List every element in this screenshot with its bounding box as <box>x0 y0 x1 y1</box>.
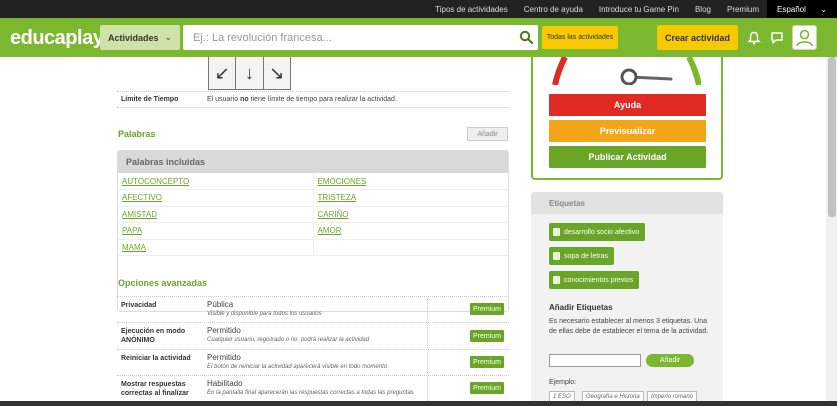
option-value: Pública <box>207 300 234 309</box>
tag-chip[interactable]: conocimientos previos <box>549 271 640 289</box>
tag-chip[interactable]: sopa de letras <box>549 247 614 265</box>
arrow-down-icon[interactable]: ↓ <box>236 57 264 89</box>
chevron-down-icon: ⌄ <box>164 32 173 42</box>
language-select[interactable]: Español ⌄ <box>767 0 837 18</box>
advanced-option-privacy: Privacidad Pública Visible y disponible … <box>117 296 509 322</box>
tag-label: sopa de letras <box>564 252 608 260</box>
advanced-option-anonymous: Ejecución en modo ANÓNIMO Permitido Cual… <box>117 322 509 349</box>
chat-icon[interactable] <box>770 31 784 45</box>
word-link[interactable]: MAMA <box>122 243 146 252</box>
words-table: AUTOCONCEPTO EMOCIONES AFECTIVO TRISTEZA… <box>118 173 508 256</box>
premium-button[interactable]: Premium <box>470 303 504 315</box>
logo[interactable]: educaplay <box>10 27 104 50</box>
word-link[interactable]: TRISTEZA <box>318 193 357 202</box>
search-placeholder: Ej.: La revolución francesa... <box>193 31 332 44</box>
time-limit-row: Límite de Tiempo El usuario no tiene lím… <box>117 91 509 108</box>
main-header: educaplay Actividades ⌄ Ej.: La revoluci… <box>0 18 837 57</box>
gauge-icon <box>552 57 701 85</box>
arrow-down-right-icon[interactable]: ↘ <box>263 57 290 89</box>
option-label: Privacidad <box>121 302 157 309</box>
option-description: Visible y disponible para todos los usua… <box>207 311 322 317</box>
word-link[interactable]: AMOR <box>318 226 342 235</box>
all-activities-button[interactable]: Todas las actividades <box>542 26 618 49</box>
tag-input[interactable] <box>549 354 641 367</box>
option-value: Habilitado <box>207 379 243 388</box>
tag-chip[interactable]: desarrollo socio afectivo <box>549 223 646 241</box>
bottom-strip <box>0 401 837 406</box>
nav-link-premium[interactable]: Premium <box>727 5 759 14</box>
advanced-option-show-answers: Mostrar respuestas correctas al finaliza… <box>117 375 509 401</box>
nav-link-help-center[interactable]: Centro de ayuda <box>524 5 583 14</box>
preview-button[interactable]: Previsualizar <box>549 120 706 142</box>
search-input[interactable]: Ej.: La revolución francesa... <box>183 25 538 50</box>
option-description: En la pantalla final aparecerán las resp… <box>207 390 414 396</box>
add-tags-title: Añadir Etiquetas <box>549 303 613 312</box>
premium-button[interactable]: Premium <box>470 330 504 342</box>
words-section-title: Palabras <box>118 129 156 139</box>
tag-label: conocimientos previos <box>564 276 634 284</box>
option-label: Ejecución en modo ANÓNIMO <box>121 328 186 344</box>
option-label: Reiniciar la actividad <box>121 355 191 362</box>
option-value: Permitido <box>207 353 241 362</box>
search-icon[interactable] <box>519 30 533 44</box>
arrow-down-left-icon[interactable]: ↙ <box>209 57 237 89</box>
word-link[interactable]: AMISTAD <box>122 210 157 219</box>
advanced-option-restart: Reiniciar la actividad Permitido El botó… <box>117 349 509 375</box>
option-label: Mostrar respuestas correctas al finaliza… <box>121 381 189 397</box>
word-link[interactable]: AUTOCONCEPTO <box>122 177 189 186</box>
add-word-button[interactable]: Añadir <box>467 127 508 141</box>
time-limit-label: Límite de Tiempo <box>121 96 179 103</box>
language-label: Español <box>777 4 806 14</box>
word-link[interactable]: CARIÑO <box>318 210 349 219</box>
direction-selector: ↙ ↓ ↘ <box>208 57 291 90</box>
add-tag-button[interactable]: Añadir <box>646 354 694 367</box>
word-link[interactable]: AFECTIVO <box>122 193 162 202</box>
option-value: Permitido <box>207 326 241 335</box>
table-row: AFECTIVO TRISTEZA <box>118 189 508 207</box>
table-row: PAPA AMOR <box>118 222 508 240</box>
bell-icon[interactable] <box>747 31 761 45</box>
help-button[interactable]: Ayuda <box>549 94 706 116</box>
user-icon <box>796 29 813 47</box>
nav-link-activity-types[interactable]: Tipos de actividades <box>435 5 508 14</box>
top-nav-bar: Tipos de actividades Centro de ayuda Int… <box>0 0 837 18</box>
word-link[interactable]: PAPA <box>122 226 142 235</box>
time-limit-value: El usuario no tiene límite de tiempo par… <box>207 96 397 103</box>
tags-panel: Etiquetas desarrollo socio afectivo sopa… <box>531 192 723 406</box>
activities-select[interactable]: Actividades ⌄ <box>100 25 180 50</box>
chevron-down-icon: ⌄ <box>820 4 827 14</box>
nav-link-game-pin[interactable]: Introduce tu Game Pin <box>599 5 679 14</box>
trash-icon[interactable] <box>553 276 560 284</box>
trash-icon[interactable] <box>553 252 560 260</box>
trash-icon[interactable] <box>553 228 560 236</box>
premium-button[interactable]: Premium <box>470 382 504 394</box>
add-tags-instructions: Es necesario establecer al menos 3 etiqu… <box>549 318 709 335</box>
example-label: Ejemplo: <box>549 379 577 386</box>
premium-button[interactable]: Premium <box>470 356 504 368</box>
included-words-title: Palabras incluidas <box>118 151 508 173</box>
option-description: El botón de reiniciar la actividad apare… <box>207 364 388 370</box>
publish-button[interactable]: Publicar Actividad <box>549 146 706 168</box>
create-activity-button[interactable]: Crear actividad <box>657 25 738 50</box>
table-row: AMISTAD CARIÑO <box>118 206 508 223</box>
actions-panel: Ayuda Previsualizar Publicar Actividad <box>531 57 723 180</box>
activities-select-label: Actividades <box>108 32 159 43</box>
table-row: AUTOCONCEPTO EMOCIONES <box>118 173 508 190</box>
tags-title: Etiquetas <box>531 192 723 214</box>
scrollbar-thumb[interactable] <box>828 57 836 217</box>
word-link[interactable]: EMOCIONES <box>318 177 367 186</box>
tag-label: desarrollo socio afectivo <box>564 228 640 236</box>
nav-link-blog[interactable]: Blog <box>695 5 711 14</box>
avatar[interactable] <box>792 25 817 50</box>
table-row: MAMA <box>118 239 508 256</box>
advanced-options-title: Opciones avanzadas <box>118 278 208 288</box>
option-description: Cualquier usuario, registrado o no, podr… <box>207 337 370 343</box>
